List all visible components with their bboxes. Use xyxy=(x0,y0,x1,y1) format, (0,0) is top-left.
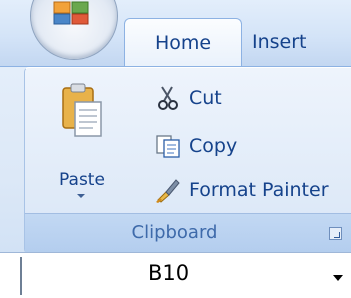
clipboard-group-footer: Clipboard xyxy=(25,213,351,254)
cut-button[interactable]: Cut xyxy=(155,84,222,112)
paste-label: Paste xyxy=(59,170,105,190)
name-box[interactable]: B10 xyxy=(20,257,351,295)
tab-insert[interactable]: Insert xyxy=(252,18,351,66)
office-button-icon xyxy=(53,1,89,25)
paintbrush-icon xyxy=(156,179,180,203)
clipboard-group-label: Clipboard xyxy=(131,222,218,243)
tab-home[interactable]: Home xyxy=(124,18,242,68)
cut-label: Cut xyxy=(189,87,222,109)
dialog-launcher-icon[interactable] xyxy=(329,227,342,240)
format-painter-label: Format Painter xyxy=(189,179,329,201)
copy-icon xyxy=(156,135,180,158)
clipboard-group: Paste Cut Copy Format Painter Clipboard xyxy=(24,67,351,254)
ribbon-panel: Paste Cut Copy Format Painter Clipboard xyxy=(0,66,351,254)
copy-label: Copy xyxy=(189,135,238,157)
paste-button[interactable]: Paste xyxy=(51,82,113,200)
format-painter-button[interactable]: Format Painter xyxy=(155,176,329,204)
scissors-icon xyxy=(158,86,178,110)
name-box-value: B10 xyxy=(148,261,190,285)
copy-button[interactable]: Copy xyxy=(155,132,237,160)
chevron-down-icon[interactable] xyxy=(77,194,85,198)
chevron-down-icon[interactable] xyxy=(333,275,343,281)
ribbon-tab-bar: Home Insert xyxy=(0,0,351,68)
clipboard-paste-icon xyxy=(62,83,102,137)
formula-bar: B10 xyxy=(0,252,351,298)
